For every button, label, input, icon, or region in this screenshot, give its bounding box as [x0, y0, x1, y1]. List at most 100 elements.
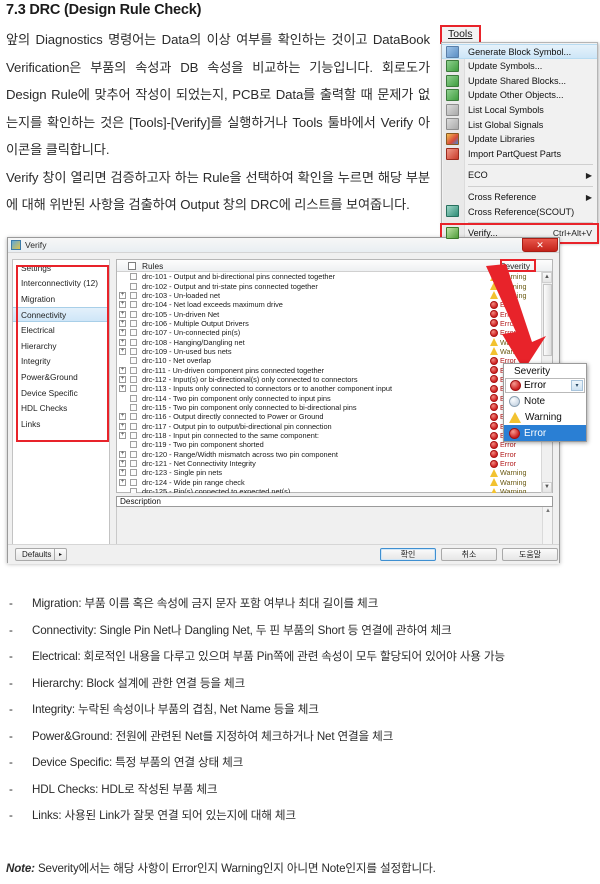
rule-checkbox[interactable] — [130, 291, 137, 299]
menu-item-update-other-objects[interactable]: Update Other Objects... — [442, 88, 597, 103]
menu-item-import-partquest-parts[interactable]: Import PartQuest Parts — [442, 147, 597, 162]
category-item-interconnectivity-12[interactable]: Interconnectivity (12) — [13, 276, 109, 292]
category-item-hdl-checks[interactable]: HDL Checks — [13, 400, 109, 416]
expand-icon[interactable]: + — [119, 338, 126, 346]
chevron-right-icon[interactable]: ▸ — [54, 548, 66, 561]
rule-checkbox[interactable] — [130, 432, 137, 440]
rule-checkbox[interactable] — [130, 282, 137, 290]
menu-item-list-global-signals[interactable]: List Global Signals — [442, 117, 597, 132]
rule-row[interactable]: + drc-103 - Un-loaded net Warning — [117, 291, 552, 300]
menu-item-list-local-symbols[interactable]: List Local Symbols — [442, 103, 597, 118]
rule-checkbox[interactable] — [130, 338, 137, 346]
category-item-settings[interactable]: Settings — [13, 260, 109, 276]
rule-row[interactable]: + drc-106 - Multiple Output Drivers Error — [117, 319, 552, 328]
expand-icon[interactable]: + — [119, 366, 126, 374]
scroll-up-icon[interactable]: ▲ — [542, 272, 552, 283]
rule-row[interactable]: + drc-118 - Input pin connected to the sa… — [117, 431, 552, 440]
severity-option-warning[interactable]: Warning — [504, 409, 586, 425]
rule-checkbox[interactable] — [130, 469, 137, 477]
expand-icon[interactable]: + — [119, 375, 126, 383]
menu-item-update-symbols[interactable]: Update Symbols... — [442, 59, 597, 74]
rule-checkbox[interactable] — [130, 403, 137, 411]
help-button[interactable]: 도움말 — [502, 548, 558, 561]
category-item-links[interactable]: Links — [13, 416, 109, 432]
category-item-electrical[interactable]: Electrical — [13, 322, 109, 338]
rule-checkbox[interactable] — [130, 319, 137, 327]
expand-icon[interactable]: + — [119, 329, 126, 337]
rule-checkbox[interactable] — [130, 375, 137, 383]
menu-item-cross-reference-scout[interactable]: Cross Reference(SCOUT) — [442, 204, 597, 219]
rule-checkbox[interactable] — [130, 301, 137, 309]
rule-row[interactable]: + drc-112 - Input(s) or bi-directional(s)… — [117, 375, 552, 384]
rule-checkbox[interactable] — [130, 273, 137, 281]
expand-icon[interactable]: + — [119, 450, 126, 458]
category-item-migration[interactable]: Migration — [13, 291, 109, 307]
desc-scroll-up-icon[interactable]: ▲ — [545, 508, 551, 514]
expand-icon[interactable]: + — [119, 422, 126, 430]
severity-column-header[interactable]: Severity — [498, 261, 532, 271]
rule-checkbox[interactable] — [130, 441, 137, 449]
expand-icon[interactable]: + — [119, 385, 126, 393]
rule-checkbox[interactable] — [130, 413, 137, 421]
menu-item-update-shared-blocks[interactable]: Update Shared Blocks... — [442, 74, 597, 89]
rule-row[interactable]: + drc-113 - Inputs only connected to conn… — [117, 384, 552, 393]
category-item-hierarchy[interactable]: Hierarchy — [13, 338, 109, 354]
rule-row[interactable]: + drc-116 - Output directly connected to … — [117, 412, 552, 421]
menu-item-eco[interactable]: ECO ▶ — [442, 168, 597, 183]
rule-checkbox[interactable] — [130, 385, 137, 393]
rule-checkbox[interactable] — [130, 450, 137, 458]
rule-checkbox[interactable] — [130, 310, 137, 318]
category-item-integrity[interactable]: Integrity — [13, 354, 109, 370]
rule-row[interactable]: drc-119 - Two pin component shorted Error — [117, 440, 552, 449]
expand-icon[interactable]: + — [119, 347, 126, 355]
defaults-button[interactable]: Defaults ▸ — [15, 548, 67, 561]
rule-row[interactable]: drc-114 - Two pin component only connect… — [117, 393, 552, 403]
menu-item-update-libraries[interactable]: Update Libraries — [442, 132, 597, 147]
rule-row[interactable]: drc-110 - Net overlap Error — [117, 356, 552, 365]
rule-row[interactable]: drc-115 - Two pin component only connect… — [117, 403, 552, 412]
rule-row[interactable]: + drc-123 - Single pin nets Warning — [117, 468, 552, 477]
rule-row[interactable]: + drc-108 - Hanging/Dangling net Warning — [117, 337, 552, 347]
rule-checkbox[interactable] — [130, 329, 137, 337]
rule-row[interactable]: + drc-105 - Un-driven Net Error — [117, 309, 552, 319]
chevron-down-icon[interactable]: ▾ — [571, 380, 583, 391]
scroll-down-icon[interactable]: ▼ — [542, 482, 552, 493]
rule-row[interactable]: + drc-120 - Range/Width mismatch across t… — [117, 450, 552, 459]
expand-icon[interactable]: + — [119, 301, 126, 309]
rule-checkbox[interactable] — [130, 357, 137, 365]
rule-row[interactable]: + drc-121 - Net Connectivity Integrity Err… — [117, 459, 552, 468]
ok-button[interactable]: 확인 — [380, 548, 436, 561]
category-item-connectivity[interactable]: Connectivity — [13, 306, 109, 323]
rule-row[interactable]: + drc-117 - Output pin to output/bi-direc… — [117, 422, 552, 431]
rule-row[interactable]: + drc-111 - Un-driven component pins conn… — [117, 365, 552, 375]
rule-row[interactable]: drc-125 - Pin(s) connected to expected n… — [117, 487, 552, 493]
expand-icon[interactable]: + — [119, 432, 126, 440]
severity-option-error[interactable]: Error — [504, 425, 586, 441]
select-all-checkbox[interactable] — [128, 261, 136, 270]
menu-item-verify[interactable]: Verify... Ctrl+Alt+V — [442, 226, 597, 241]
expand-icon[interactable]: + — [119, 310, 126, 318]
expand-icon[interactable]: + — [119, 469, 126, 477]
rule-row[interactable]: drc-101 - Output and bi-directional pins… — [117, 272, 552, 281]
menu-item-cross-reference[interactable]: Cross Reference ▶ — [442, 190, 597, 205]
rule-checkbox[interactable] — [130, 394, 137, 402]
severity-combobox[interactable]: Error ▾ — [505, 378, 585, 393]
rule-row[interactable]: + drc-124 - Wide pin range check Warning — [117, 478, 552, 487]
expand-icon[interactable]: + — [119, 291, 126, 299]
rule-checkbox[interactable] — [130, 488, 137, 493]
expand-icon[interactable]: + — [119, 460, 126, 468]
rule-checkbox[interactable] — [130, 366, 137, 374]
category-item-power-ground[interactable]: Power&Ground — [13, 369, 109, 385]
expand-icon[interactable]: + — [119, 478, 126, 486]
scrollbar-thumb[interactable] — [543, 284, 552, 356]
severity-option-note[interactable]: Note — [504, 393, 586, 409]
rule-row[interactable]: + drc-109 - Un-used bus nets Warning — [117, 347, 552, 356]
rule-checkbox[interactable] — [130, 347, 137, 355]
rule-row[interactable]: + drc-104 - Net load exceeds maximum driv… — [117, 300, 552, 309]
rule-checkbox[interactable] — [130, 478, 137, 486]
cancel-button[interactable]: 취소 — [441, 548, 497, 561]
rule-row[interactable]: + drc-107 - Un-connected pin(s) Error — [117, 328, 552, 337]
rule-checkbox[interactable] — [130, 422, 137, 430]
expand-icon[interactable]: + — [119, 319, 126, 327]
menu-item-generate-block-symbol[interactable]: Generate Block Symbol... — [442, 44, 597, 59]
